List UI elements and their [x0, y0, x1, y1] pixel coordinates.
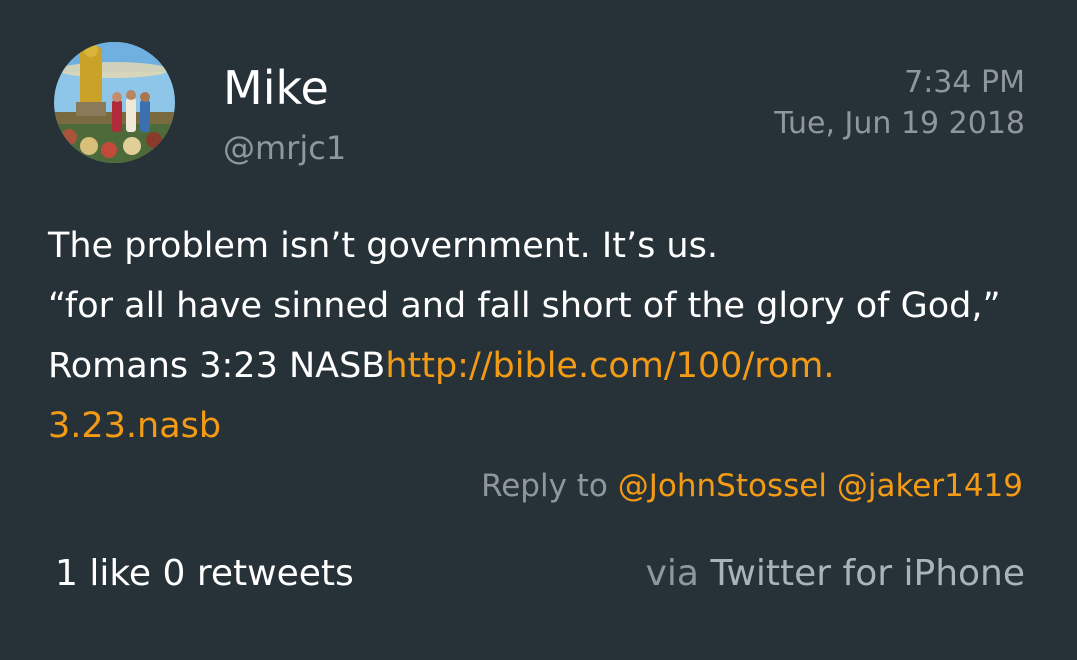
- tweet-text-line: Romans 3:23 NASBhttp://bible.com/100/rom…: [48, 336, 1038, 396]
- via-prefix: via: [645, 553, 699, 594]
- bible-link-continued[interactable]: 3.23.nasb: [48, 406, 221, 446]
- retweets-count: 0: [162, 553, 186, 594]
- mention-link[interactable]: @JohnStossel: [618, 468, 827, 504]
- retweets-label[interactable]: retweets: [197, 553, 354, 594]
- source-line: via Twitter for iPhone: [646, 550, 1025, 598]
- user-handle[interactable]: @mrjc1: [223, 128, 346, 168]
- avatar[interactable]: [54, 42, 175, 163]
- tweet-text: Romans 3:23 NASB: [48, 346, 386, 386]
- reply-prefix: Reply to: [481, 468, 608, 504]
- bible-link[interactable]: http://bible.com/100/rom.: [385, 346, 834, 386]
- tweet-date: Tue, Jun 19 2018: [774, 106, 1025, 141]
- tweet-text-line: The problem isn’t government. It’s us.: [48, 226, 718, 266]
- reply-to-line: Reply to @JohnStossel @jaker1419: [481, 464, 1023, 508]
- tweet-stats: 1 like 0 retweets: [55, 550, 354, 598]
- tweet-text-line: “for all have sinned and fall short of t…: [48, 286, 1001, 326]
- client-name[interactable]: Twitter for iPhone: [710, 553, 1025, 594]
- likes-label[interactable]: like: [89, 553, 151, 594]
- profile-photo-icon: [54, 42, 175, 163]
- mention-link[interactable]: @jaker1419: [837, 468, 1023, 504]
- tweet-text-line: 3.23.nasb: [48, 396, 1038, 456]
- display-name[interactable]: Mike: [223, 58, 329, 118]
- likes-count: 1: [55, 553, 78, 594]
- tweet-body: The problem isn’t government. It’s us. “…: [48, 216, 1038, 456]
- tweet-time: 7:34 PM: [904, 65, 1025, 100]
